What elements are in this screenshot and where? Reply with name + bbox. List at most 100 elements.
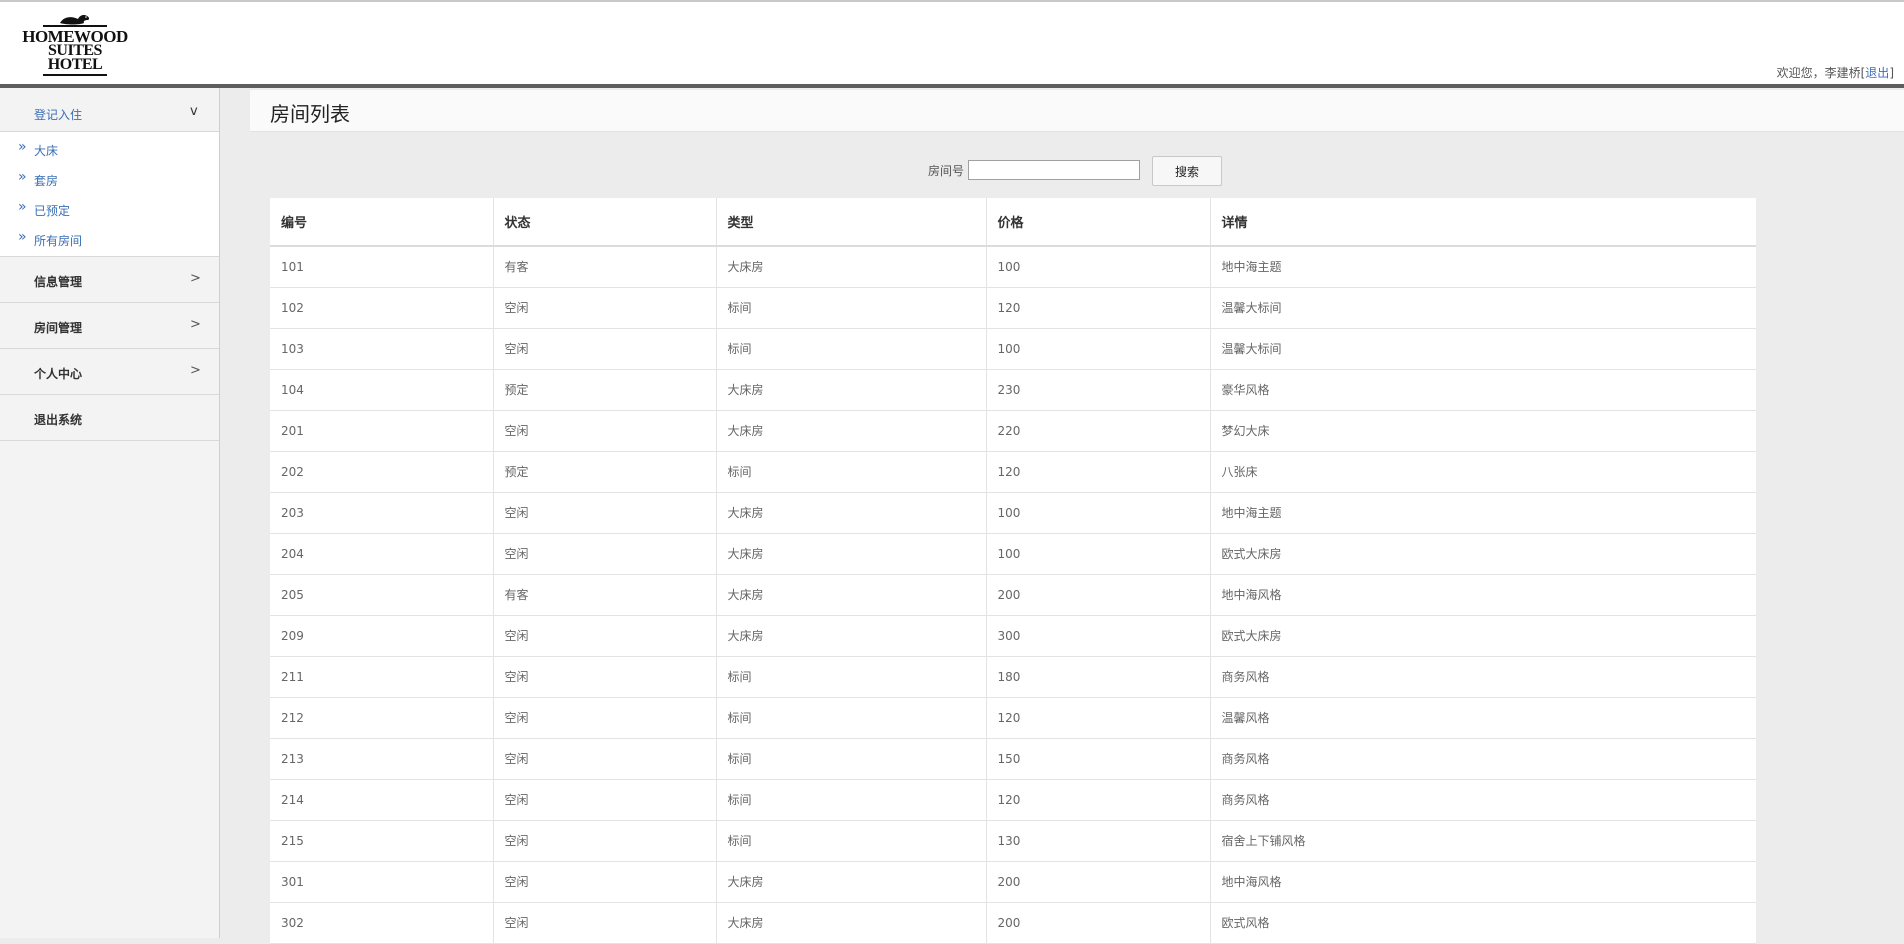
double-chevron-right-icon: » [18,199,27,215]
table-row[interactable]: 211 空闲 标间 180 商务风格 [270,656,1756,698]
table-row[interactable]: 214 空闲 标间 120 商务风格 [270,779,1756,821]
cell-status: 空闲 [493,615,717,657]
top-header: HOMEWOOD SUITES HOTEL 欢迎您，李建桥[退出] [0,0,1904,84]
cell-details: 温馨风格 [1210,697,1756,739]
cell-room-id: 202 [270,451,494,493]
chevron-right-icon: > [190,363,201,378]
cell-type: 标间 [716,656,987,698]
table-row[interactable]: 213 空闲 标间 150 商务风格 [270,738,1756,780]
search-button[interactable]: 搜索 [1152,156,1222,186]
table-row[interactable]: 102 空闲 标间 120 温馨大标间 [270,287,1756,329]
cell-room-id: 212 [270,697,494,739]
cell-status: 空闲 [493,492,717,534]
sidebar-group-checkin[interactable]: 登记入住 v [0,88,219,132]
table-row[interactable]: 203 空闲 大床房 100 地中海主题 [270,492,1756,534]
sidebar-item-suite[interactable]: » 套房 [0,164,219,194]
table-row[interactable]: 215 空闲 标间 130 宿舍上下铺风格 [270,820,1756,862]
sidebar-group-info-management[interactable]: 信息管理 > [0,257,219,303]
cell-status: 空闲 [493,820,717,862]
cell-room-id: 205 [270,574,494,616]
cell-price: 200 [986,574,1211,616]
table-row[interactable]: 202 预定 标间 120 八张床 [270,451,1756,493]
sidebar-submenu: » 大床 » 套房 » 已预定 » 所有房间 [0,132,219,257]
table-row[interactable]: 301 空闲 大床房 200 地中海风格 [270,861,1756,903]
cell-details: 八张床 [1210,451,1756,493]
table-row[interactable]: 205 有客 大床房 200 地中海风格 [270,574,1756,616]
cell-price: 120 [986,451,1211,493]
cell-price: 180 [986,656,1211,698]
cell-room-id: 211 [270,656,494,698]
cell-price: 120 [986,287,1211,329]
cell-type: 大床房 [716,574,987,616]
sidebar-group-label: 个人中心 [34,367,83,381]
room-table: 编号 状态 类型 价格 详情 101 有客 大床房 100 地中海主题 102 空闲 标间 12… [270,198,1756,944]
sidebar: 登记入住 v » 大床 » 套房 » 已预定 » 所有房间 信息管理 > 房间管… [0,88,220,938]
col-header-id: 编号 [270,198,494,247]
header-divider [0,84,1904,88]
table-row[interactable]: 101 有客 大床房 100 地中海主题 [270,246,1756,288]
sidebar-group-exit-system[interactable]: 退出系统 [0,395,219,441]
cell-room-id: 101 [270,246,494,288]
page-header: 房间列表 [250,90,1904,132]
cell-room-id: 204 [270,533,494,575]
col-header-price: 价格 [986,198,1211,247]
cell-status: 空闲 [493,410,717,452]
cell-price: 100 [986,492,1211,534]
sidebar-group-personal-center[interactable]: 个人中心 > [0,349,219,395]
cell-room-id: 201 [270,410,494,452]
cell-details: 温馨大标间 [1210,328,1756,370]
logout-link[interactable]: 退出 [1865,66,1889,80]
cell-price: 200 [986,861,1211,903]
cell-room-id: 215 [270,820,494,862]
hotel-logo: HOMEWOOD SUITES HOTEL [10,12,140,78]
cell-type: 标间 [716,287,987,329]
room-number-input[interactable] [968,160,1140,180]
cell-room-id: 213 [270,738,494,780]
chevron-right-icon: > [190,271,201,286]
table-row[interactable]: 204 空闲 大床房 100 欧式大床房 [270,533,1756,575]
table-row[interactable]: 209 空闲 大床房 300 欧式大床房 [270,615,1756,657]
sidebar-item-king-bed[interactable]: » 大床 [0,134,219,164]
table-row[interactable]: 201 空闲 大床房 220 梦幻大床 [270,410,1756,452]
sidebar-group-label: 登记入住 [34,108,83,122]
cell-status: 空闲 [493,697,717,739]
cell-price: 120 [986,697,1211,739]
sidebar-group-label: 房间管理 [34,321,83,335]
cell-price: 300 [986,615,1211,657]
cell-price: 120 [986,779,1211,821]
cell-room-id: 103 [270,328,494,370]
cell-type: 大床房 [716,533,987,575]
cell-details: 梦幻大床 [1210,410,1756,452]
sidebar-item-label: 已预定 [34,204,71,218]
cell-details: 地中海风格 [1210,574,1756,616]
double-chevron-right-icon: » [18,229,27,245]
sidebar-group-label: 退出系统 [34,413,83,427]
cell-details: 商务风格 [1210,779,1756,821]
cell-price: 130 [986,820,1211,862]
cell-type: 标间 [716,328,987,370]
cell-room-id: 203 [270,492,494,534]
cell-details: 欧式大床房 [1210,533,1756,575]
sidebar-group-room-management[interactable]: 房间管理 > [0,303,219,349]
cell-status: 有客 [493,246,717,288]
cell-room-id: 104 [270,369,494,411]
cell-price: 100 [986,533,1211,575]
table-row[interactable]: 103 空闲 标间 100 温馨大标间 [270,328,1756,370]
cell-room-id: 214 [270,779,494,821]
cell-details: 地中海主题 [1210,246,1756,288]
table-row[interactable]: 302 空闲 大床房 200 欧式风格 [270,902,1756,944]
cell-status: 空闲 [493,328,717,370]
welcome-text: 欢迎您，李建桥[ [1776,66,1866,80]
duck-logo-icon [60,15,90,25]
double-chevron-right-icon: » [18,139,27,155]
cell-price: 100 [986,328,1211,370]
table-row[interactable]: 212 空闲 标间 120 温馨风格 [270,697,1756,739]
cell-status: 有客 [493,574,717,616]
chevron-down-icon: v [190,104,198,119]
cell-price: 200 [986,902,1211,944]
sidebar-item-reserved[interactable]: » 已预定 [0,194,219,224]
cell-details: 豪华风格 [1210,369,1756,411]
cell-room-id: 302 [270,902,494,944]
table-row[interactable]: 104 预定 大床房 230 豪华风格 [270,369,1756,411]
sidebar-item-all-rooms[interactable]: » 所有房间 [0,224,219,254]
